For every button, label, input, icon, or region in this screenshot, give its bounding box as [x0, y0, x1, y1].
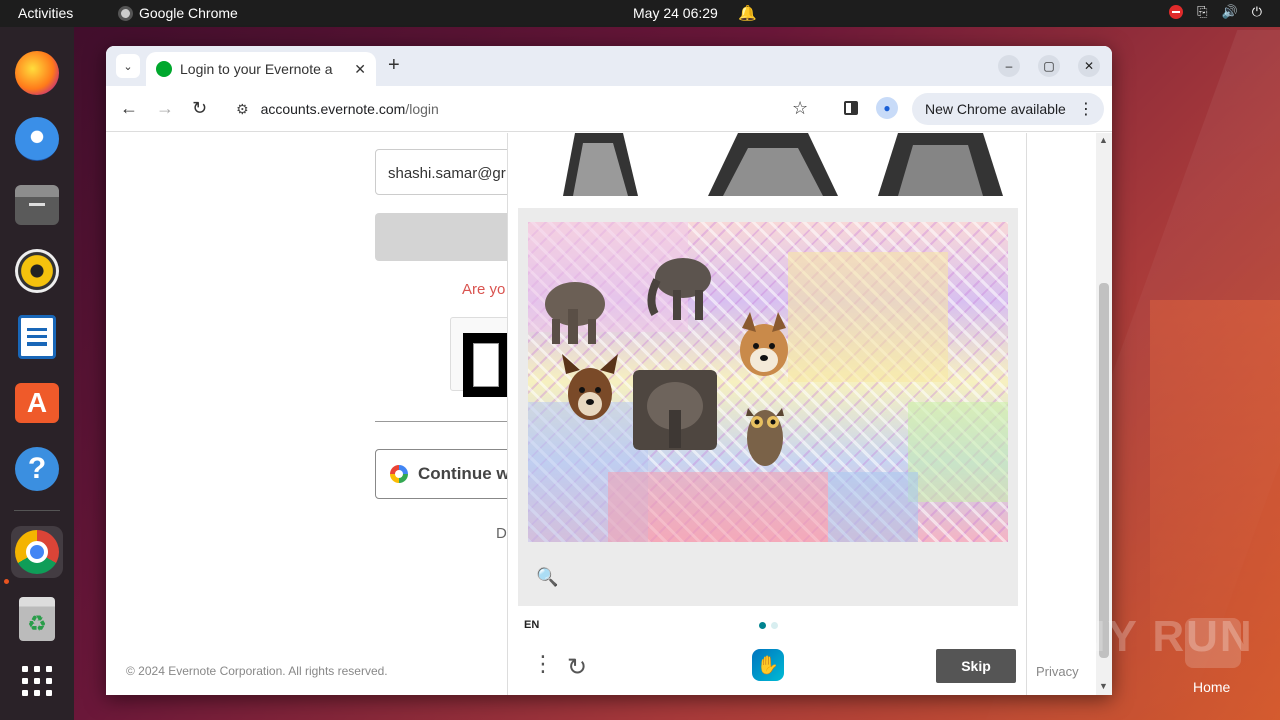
dock-files[interactable]	[11, 179, 63, 231]
dock: A ? ♻	[0, 27, 74, 720]
prompt-image-3	[878, 133, 1003, 196]
dog-2[interactable]	[556, 352, 624, 432]
page-dot	[771, 622, 778, 629]
maximize-icon: ▢	[1043, 59, 1055, 73]
address-bar[interactable]: ⚙ accounts.evernote.com/login	[224, 93, 824, 125]
hcaptcha-challenge: 🔍 EN ⋮ ↻ ✋ Skip	[507, 133, 1027, 695]
google-logo-icon	[390, 465, 408, 483]
kebab-menu-icon[interactable]: ⋮	[1078, 99, 1094, 119]
bookmark-star-icon[interactable]: ☆	[792, 98, 808, 119]
challenge-stage: 🔍	[518, 208, 1018, 606]
elephant-3[interactable]	[633, 370, 717, 450]
libreoffice-writer-icon	[18, 315, 56, 359]
tab-strip: ⌄ Login to your Evernote a ✕ + – ▢ ✕	[106, 46, 1112, 86]
elephant-1[interactable]	[540, 274, 610, 346]
chrome-icon	[15, 530, 59, 574]
dog-1[interactable]	[728, 310, 800, 388]
captcha-menu-icon[interactable]: ⋮	[532, 653, 554, 675]
close-icon: ✕	[1083, 59, 1095, 73]
google-button-label: Continue wi	[418, 464, 515, 483]
language-selector[interactable]: EN	[524, 619, 539, 631]
active-app-name: Google Chrome	[139, 5, 238, 21]
page-scrollbar[interactable]: ▲ ▼	[1096, 133, 1112, 695]
reload-button[interactable]: ↻	[192, 98, 207, 119]
captcha-checkbox[interactable]	[463, 333, 507, 397]
clock[interactable]: May 24 06:29	[633, 5, 718, 21]
dock-chrome[interactable]	[11, 526, 63, 578]
dock-help[interactable]: ?	[11, 443, 63, 495]
copyright-text: © 2024 Evernote Corporation. All rights …	[126, 664, 388, 678]
dock-trash[interactable]: ♻	[11, 593, 63, 645]
privacy-link[interactable]: Privacy	[1036, 664, 1079, 679]
volume-icon: 🔊	[1221, 4, 1238, 19]
rhythmbox-icon	[15, 249, 59, 293]
hcaptcha-logo-icon: ✋	[752, 649, 784, 681]
home-folder-icon[interactable]	[1185, 618, 1241, 668]
skip-button[interactable]: Skip	[936, 649, 1016, 683]
scroll-down-icon[interactable]: ▼	[1099, 681, 1108, 691]
dock-writer[interactable]	[11, 311, 63, 363]
chrome-window: ⌄ Login to your Evernote a ✕ + – ▢ ✕ ← →…	[106, 46, 1112, 695]
refresh-challenge-icon[interactable]: ↻	[567, 653, 587, 682]
firefox-icon	[15, 51, 59, 95]
forward-button[interactable]: →	[156, 98, 174, 119]
tab-search-button[interactable]: ⌄	[116, 54, 140, 78]
elephant-2[interactable]	[643, 250, 715, 322]
close-tab-icon[interactable]: ✕	[354, 61, 366, 78]
back-button[interactable]: ←	[120, 98, 138, 119]
prompt-image-1	[553, 133, 648, 196]
bell-icon: 🔔	[738, 5, 757, 22]
active-app-menu[interactable]: Google Chrome	[118, 5, 238, 21]
search-icon[interactable]: 🔍	[536, 567, 558, 588]
trash-icon: ♻	[19, 597, 55, 641]
owl[interactable]	[742, 398, 788, 470]
new-tab-button[interactable]: +	[388, 54, 400, 77]
show-apps-button[interactable]	[11, 655, 63, 707]
scrollbar-thumb[interactable]	[1099, 283, 1109, 658]
prompt-image-2	[708, 133, 838, 196]
maximize-button[interactable]: ▢	[1038, 55, 1060, 77]
page-dot-active	[759, 622, 766, 629]
site-settings-icon[interactable]: ⚙	[236, 101, 249, 118]
system-top-bar: Activities Google Chrome May 24 06:29 🔔 …	[0, 0, 1280, 27]
files-icon	[15, 185, 59, 225]
dock-thunderbird[interactable]	[11, 113, 63, 165]
signup-text: D	[496, 525, 507, 542]
tab-title: Login to your Evernote a	[180, 61, 333, 77]
power-icon: ⏻	[1251, 4, 1262, 19]
dock-separator	[14, 510, 60, 511]
help-icon: ?	[15, 447, 59, 491]
evernote-favicon-icon	[156, 61, 172, 77]
tab-evernote-login[interactable]: Login to your Evernote a ✕	[146, 52, 376, 86]
profile-avatar-icon[interactable]: ●	[876, 97, 898, 119]
url-host: accounts.evernote.com	[260, 101, 406, 117]
robot-check-text: Are yo	[462, 281, 506, 298]
new-chrome-available-button[interactable]: New Chrome available ⋮	[912, 93, 1104, 125]
home-label: Home	[1193, 679, 1231, 695]
app-center-icon: A	[15, 383, 59, 423]
system-tray[interactable]: ⎘ 🔊 ⏻	[1169, 4, 1262, 20]
challenge-image[interactable]	[528, 222, 1008, 542]
thunderbird-icon	[15, 117, 59, 161]
activities-button[interactable]: Activities	[18, 5, 73, 21]
dock-app-center[interactable]: A	[11, 377, 63, 429]
network-icon: ⎘	[1197, 4, 1208, 19]
running-indicator	[4, 579, 9, 584]
dock-firefox[interactable]	[11, 47, 63, 99]
scroll-up-icon[interactable]: ▲	[1099, 135, 1108, 145]
page-indicator	[759, 622, 778, 629]
show-apps-icon	[22, 666, 52, 696]
update-label: New Chrome available	[925, 101, 1066, 117]
dock-rhythmbox[interactable]	[11, 245, 63, 297]
do-not-disturb-icon	[1169, 5, 1184, 19]
minimize-icon: –	[1005, 59, 1013, 73]
chrome-mini-icon	[118, 5, 133, 21]
close-window-button[interactable]: ✕	[1078, 55, 1100, 77]
browser-toolbar: ← → ↻ ⚙ accounts.evernote.com/login ☆ ● …	[106, 86, 1112, 132]
url-path: /login	[405, 101, 439, 117]
side-panel-icon[interactable]	[844, 101, 858, 115]
chevron-down-icon: ⌄	[123, 60, 133, 73]
minimize-button[interactable]: –	[998, 55, 1020, 77]
